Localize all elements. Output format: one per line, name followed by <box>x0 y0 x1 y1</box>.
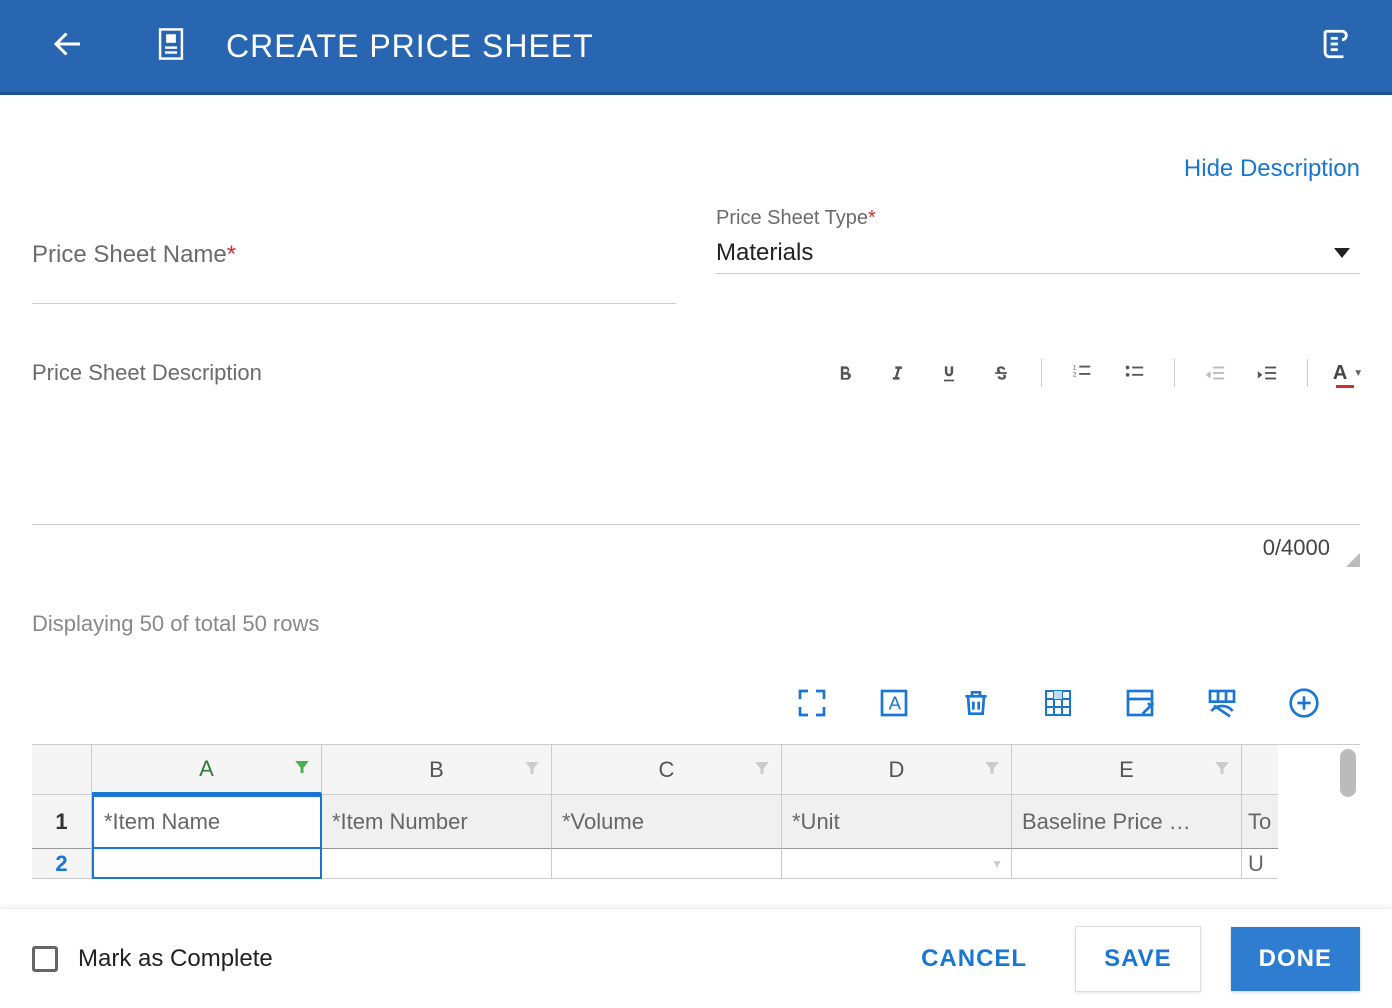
column-header-a[interactable]: A <box>92 745 322 795</box>
rich-text-toolbar: 12 A ▼ <box>833 359 1360 387</box>
rows-info: Displaying 50 of total 50 rows <box>32 611 1360 637</box>
page-title: CREATE PRICE SHEET <box>226 28 594 65</box>
bold-icon[interactable] <box>833 361 857 385</box>
cell-e1[interactable]: Baseline Price … <box>1012 795 1242 849</box>
type-label-text: Price Sheet Type <box>716 207 868 229</box>
price-sheet-name-field: Price Sheet Name* <box>32 241 676 304</box>
description-header: Price Sheet Description 12 A ▼ <box>32 359 1360 387</box>
col-e-label: E <box>1119 757 1134 783</box>
svg-text:1: 1 <box>1073 364 1077 371</box>
column-header-b[interactable]: B <box>322 745 552 795</box>
cell-a1[interactable]: *Item Name <box>92 795 322 849</box>
col-c-label: C <box>659 757 675 783</box>
type-label: Price Sheet Type* <box>716 207 876 230</box>
price-sheet-type-select[interactable]: Materials <box>716 235 1360 274</box>
toolbar-divider <box>1307 359 1308 387</box>
col-d-label: D <box>889 757 905 783</box>
footer-bar: Mark as Complete CANCEL SAVE DONE <box>0 908 1392 1008</box>
column-header-e[interactable]: E <box>1012 745 1242 795</box>
column-header-d[interactable]: D <box>782 745 1012 795</box>
save-button[interactable]: SAVE <box>1075 926 1201 992</box>
toolbar-divider <box>1041 359 1042 387</box>
ordered-list-icon[interactable]: 12 <box>1070 361 1094 385</box>
table-row: 2 ▼ U <box>32 849 1360 879</box>
italic-icon[interactable] <box>885 361 909 385</box>
required-marker: * <box>868 207 876 229</box>
outdent-icon[interactable] <box>1203 361 1227 385</box>
underline-icon[interactable] <box>937 361 961 385</box>
row-number[interactable]: 1 <box>32 795 92 849</box>
price-sheet-doc-icon <box>156 27 186 66</box>
column-header-partial[interactable] <box>1242 745 1278 795</box>
price-sheet-name-input[interactable] <box>32 265 676 304</box>
grid-toolbar: A <box>32 637 1360 744</box>
resize-handle-icon[interactable] <box>1346 553 1360 567</box>
filter-icon[interactable] <box>1213 757 1231 783</box>
column-header-c[interactable]: C <box>552 745 782 795</box>
cell-partial-2[interactable]: U <box>1242 849 1278 879</box>
col-b-label: B <box>429 757 444 783</box>
col-a-label: A <box>199 756 214 782</box>
spreadsheet: A B C D E 1 *Item Name * <box>32 744 1360 879</box>
cell-c2[interactable] <box>552 849 782 879</box>
chevron-down-icon <box>1334 248 1350 258</box>
unordered-list-icon[interactable] <box>1122 361 1146 385</box>
mark-complete-checkbox[interactable] <box>32 946 58 972</box>
char-count-text: 0/4000 <box>1263 535 1330 560</box>
price-sheet-type-field: Price Sheet Type* Materials <box>716 213 1360 304</box>
expand-icon[interactable] <box>796 687 828 724</box>
column-header-row: A B C D E <box>32 745 1360 795</box>
filter-icon[interactable] <box>753 757 771 783</box>
configure-columns-icon[interactable] <box>1124 687 1156 724</box>
content-area: Hide Description Price Sheet Name* Price… <box>0 95 1392 879</box>
delete-icon[interactable] <box>960 687 992 724</box>
cell-b2[interactable] <box>322 849 552 879</box>
char-count: 0/4000 <box>32 525 1360 561</box>
cell-a2[interactable] <box>92 849 322 879</box>
top-actions: Hide Description <box>32 135 1360 213</box>
cell-partial-1[interactable]: To <box>1242 795 1278 849</box>
row-number[interactable]: 2 <box>32 849 92 879</box>
table-icon[interactable] <box>1042 687 1074 724</box>
description-section: Price Sheet Description 12 A ▼ <box>32 359 1360 561</box>
description-label: Price Sheet Description <box>32 360 262 386</box>
type-value: Materials <box>716 239 813 267</box>
cell-d1[interactable]: *Unit <box>782 795 1012 849</box>
done-button[interactable]: DONE <box>1231 927 1360 991</box>
toolbar-divider <box>1174 359 1175 387</box>
back-arrow-icon[interactable] <box>50 26 86 67</box>
filter-icon[interactable] <box>523 757 541 783</box>
filter-icon[interactable] <box>983 757 1001 783</box>
table-row: 1 *Item Name *Item Number *Volume *Unit … <box>32 795 1360 849</box>
cancel-button[interactable]: CANCEL <box>893 927 1055 991</box>
svg-text:A: A <box>889 693 902 714</box>
hide-description-link[interactable]: Hide Description <box>1184 155 1360 182</box>
add-icon[interactable] <box>1288 687 1320 724</box>
cell-b1[interactable]: *Item Number <box>322 795 552 849</box>
form-row: Price Sheet Name* Price Sheet Type* Mate… <box>32 213 1360 304</box>
mark-complete-label: Mark as Complete <box>78 945 273 973</box>
name-label-text: Price Sheet Name <box>32 241 227 268</box>
filter-icon[interactable] <box>293 756 311 782</box>
cell-c1[interactable]: *Volume <box>552 795 782 849</box>
cell-d2[interactable]: ▼ <box>782 849 1012 879</box>
text-format-icon[interactable]: A <box>878 687 910 724</box>
description-textarea[interactable] <box>32 395 1360 525</box>
indent-icon[interactable] <box>1255 361 1279 385</box>
required-marker: * <box>227 241 236 268</box>
corner-cell[interactable] <box>32 745 92 795</box>
app-header: CREATE PRICE SHEET <box>0 0 1392 95</box>
svg-text:2: 2 <box>1073 372 1077 379</box>
scroll-document-icon[interactable] <box>1318 27 1352 66</box>
scrollbar-thumb[interactable] <box>1340 749 1356 797</box>
hide-columns-icon[interactable] <box>1206 687 1238 724</box>
strikethrough-icon[interactable] <box>989 361 1013 385</box>
text-color-icon[interactable]: A ▼ <box>1336 361 1360 385</box>
cell-e2[interactable] <box>1012 849 1242 879</box>
